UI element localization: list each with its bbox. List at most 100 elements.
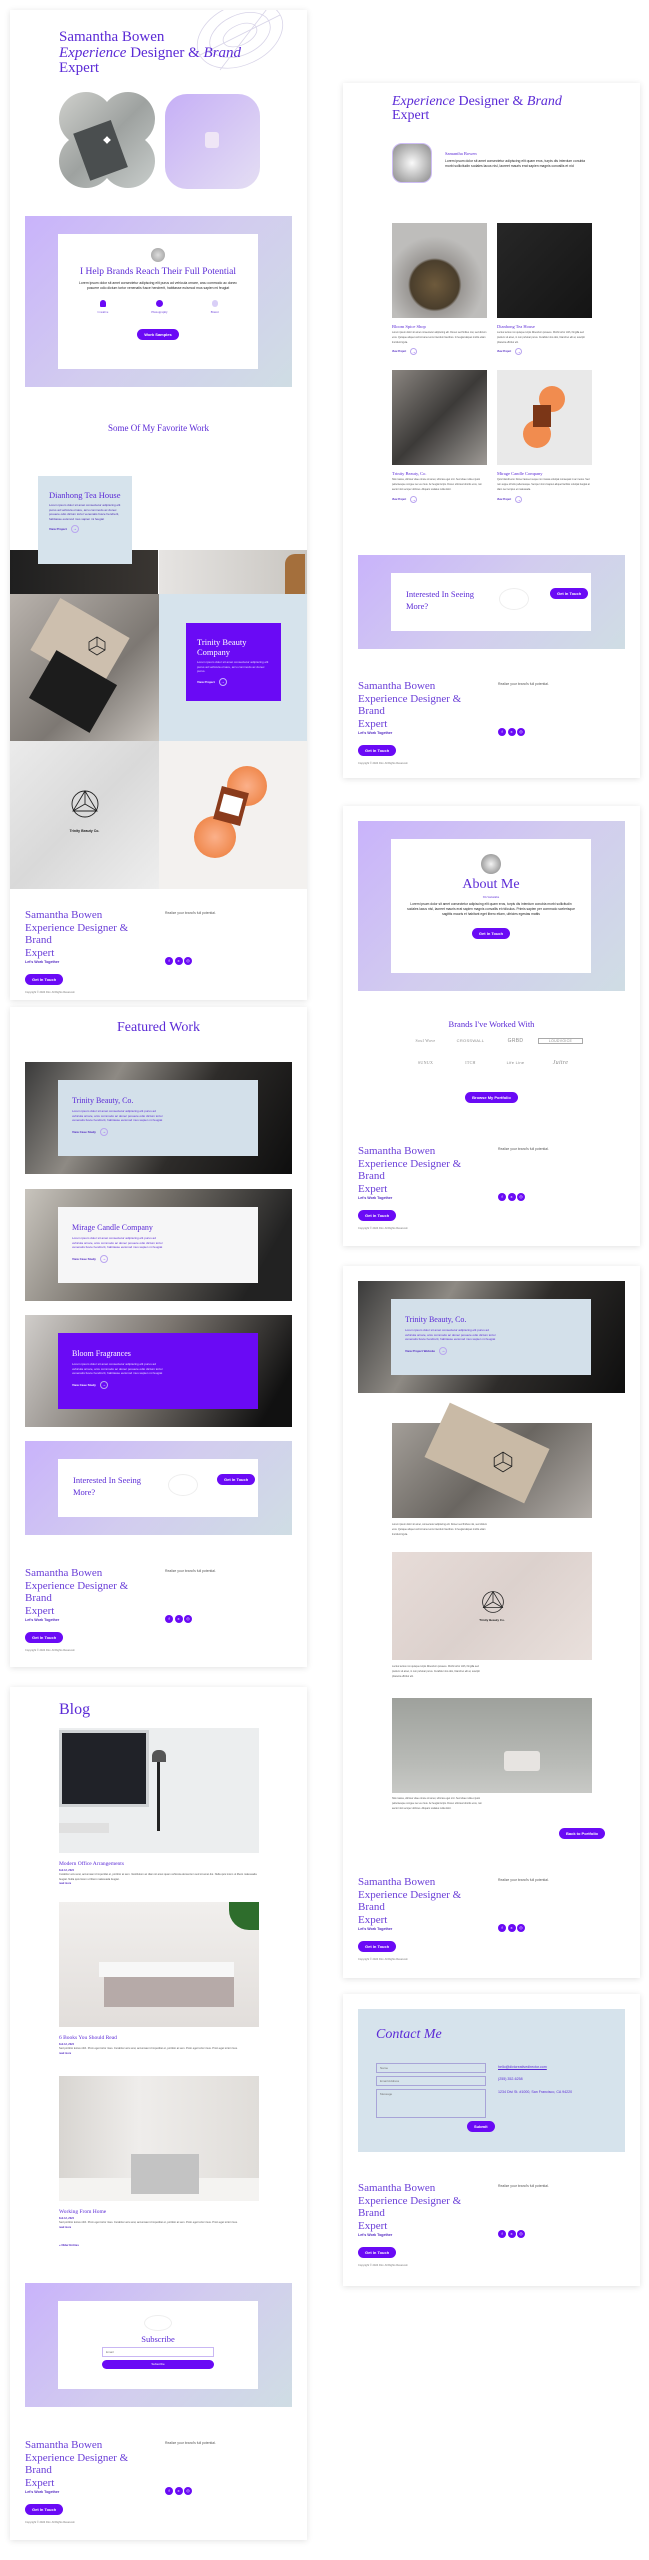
project-image-perfume [159, 741, 307, 889]
x-icon[interactable]: x [507, 1924, 516, 1932]
brand-logo: LOUDVOICE [538, 1038, 583, 1044]
x-icon[interactable]: x [507, 2230, 516, 2238]
hero-image-candle [165, 94, 260, 189]
trinity-logo-icon [71, 790, 99, 818]
project-card-dianhong: Dianhong Tea House Lorem ipsum dolor sit… [38, 476, 132, 564]
view-project-website-link[interactable]: View Project Website → [405, 1346, 577, 1355]
view-project-link[interactable]: View Project → [392, 495, 487, 503]
view-case-study-link[interactable]: View Case Study → [72, 1127, 244, 1136]
view-project-link[interactable]: View Project → [49, 525, 121, 534]
instagram-icon[interactable]: ◎ [184, 2487, 192, 2495]
get-in-touch-button[interactable]: Get In Touch [358, 1941, 397, 1952]
blog-image-office [59, 1728, 259, 1853]
case-image-box [392, 1402, 592, 1518]
browse-portfolio-button[interactable]: Browse My Portfolio [465, 1092, 518, 1103]
read-more-link[interactable]: read more [59, 1882, 259, 1885]
get-in-touch-button[interactable]: Get In Touch [358, 2247, 397, 2258]
bulb-outline-icon [211, 300, 218, 307]
x-icon[interactable]: x [174, 1615, 183, 1623]
email-input[interactable] [376, 2076, 486, 2086]
case-image-jar [392, 1698, 592, 1793]
x-icon[interactable]: x [507, 728, 516, 736]
intro-section: I Help Brands Reach Their Full Potential… [25, 216, 292, 387]
read-more-link[interactable]: read more [59, 2226, 259, 2229]
portfolio-title: Experience Designer & Brand Expert [392, 94, 562, 123]
rings-decoration-icon [168, 1474, 198, 1496]
facebook-icon[interactable]: f [498, 2230, 506, 2238]
about-section: About Me I'm Samantha Lorem ipsum dolor … [358, 821, 625, 991]
portfolio-image-trinity [392, 370, 487, 466]
social-links: f x ◎ [498, 728, 525, 736]
x-icon[interactable]: x [507, 1193, 516, 1201]
blog-post-title[interactable]: 6 Books You Should Read [59, 2035, 259, 2041]
arrow-right-icon: → [99, 1254, 108, 1263]
camera-icon [155, 300, 163, 307]
author-avatar [392, 143, 432, 183]
read-more-link[interactable]: read more [59, 2052, 259, 2055]
home-page-card: Samantha Bowen Experience Designer & Bra… [10, 10, 307, 1000]
arrow-right-icon: → [410, 348, 418, 356]
services-row: Creative Photography Brand [58, 300, 258, 314]
facebook-icon[interactable]: f [498, 728, 506, 736]
get-in-touch-button[interactable]: Get In Touch [358, 1210, 397, 1221]
rings-decoration-icon [144, 2315, 172, 2331]
favorites-title: Some Of My Favorite Work [107, 423, 210, 433]
get-in-touch-button[interactable]: Get In Touch [217, 1474, 256, 1485]
facebook-icon[interactable]: f [165, 957, 173, 965]
social-links: f x ◎ [498, 2230, 525, 2238]
email-input[interactable] [102, 2347, 214, 2357]
back-to-portfolio-button[interactable]: Back to Portfolio [559, 1828, 606, 1839]
social-links: f x ◎ [165, 957, 192, 965]
submit-button[interactable]: Submit [467, 2121, 495, 2132]
view-project-link[interactable]: View Project → [197, 677, 270, 686]
get-in-touch-button[interactable]: Get In Touch [358, 745, 397, 756]
trinity-logo-icon [482, 1590, 504, 1613]
get-in-touch-button[interactable]: Get In Touch [25, 974, 64, 985]
blog-post-title[interactable]: Working From Home [59, 2209, 259, 2215]
blog-title: Blog [59, 1701, 91, 1718]
portfolio-image-mirage [497, 370, 592, 466]
facebook-icon[interactable]: f [498, 1193, 506, 1201]
facebook-icon[interactable]: f [498, 1924, 506, 1932]
older-entries-link[interactable]: « Older Entries [59, 2243, 259, 2247]
project-image-trinity-box [10, 594, 159, 741]
subscribe-button[interactable]: Subscribe [102, 2360, 214, 2369]
social-links: f x ◎ [498, 1924, 525, 1932]
get-in-touch-button[interactable]: Get In Touch [550, 588, 589, 599]
avatar [481, 854, 501, 874]
instagram-icon[interactable]: ◎ [184, 957, 192, 965]
x-icon[interactable]: x [174, 2487, 183, 2495]
facebook-icon[interactable]: f [165, 1615, 173, 1623]
cta-section: Interested In Seeing More? Get In Touch [358, 555, 625, 649]
subscribe-section: Subscribe Subscribe [25, 2283, 292, 2407]
view-project-link[interactable]: View Project → [497, 348, 592, 356]
instagram-icon[interactable]: ◎ [517, 2230, 525, 2238]
work-samples-button[interactable]: Work Samples [137, 329, 179, 340]
brand-logo: Juitre [552, 1060, 569, 1066]
featured-item-trinity: Trinity Beauty, Co. Lorem ipsum dolor si… [25, 1062, 292, 1174]
message-textarea[interactable] [376, 2089, 486, 2118]
blog-post-title[interactable]: Modern Office Arrangements [59, 1861, 259, 1867]
view-project-link[interactable]: View Project → [497, 495, 592, 503]
view-case-study-link[interactable]: View Case Study → [72, 1254, 244, 1263]
arrow-right-icon: → [99, 1380, 108, 1389]
hero-title: Samantha Bowen Experience Designer & Bra… [59, 29, 242, 76]
instagram-icon[interactable]: ◎ [517, 1193, 525, 1201]
arrow-right-icon: → [70, 525, 79, 534]
instagram-icon[interactable]: ◎ [517, 728, 525, 736]
get-in-touch-button[interactable]: Get In Touch [25, 2504, 64, 2515]
instagram-icon[interactable]: ◎ [184, 1615, 192, 1623]
facebook-icon[interactable]: f [165, 2487, 173, 2495]
name-input[interactable] [376, 2063, 486, 2073]
view-project-link[interactable]: View Project → [392, 348, 487, 356]
get-in-touch-button[interactable]: Get In Touch [471, 928, 511, 939]
x-icon[interactable]: x [174, 957, 183, 965]
brand-logo: CROSSWALL [456, 1038, 485, 1043]
instagram-icon[interactable]: ◎ [517, 1924, 525, 1932]
view-case-study-link[interactable]: View Case Study → [72, 1380, 244, 1389]
featured-title: Featured Work [117, 1020, 200, 1035]
case-image-marble: Trinity Beauty Co. [392, 1552, 592, 1660]
contact-email-link[interactable]: hello@divicreativedirector.com [498, 2065, 547, 2069]
blog-image-home-desk [59, 2076, 259, 2201]
get-in-touch-button[interactable]: Get In Touch [25, 1632, 64, 1643]
